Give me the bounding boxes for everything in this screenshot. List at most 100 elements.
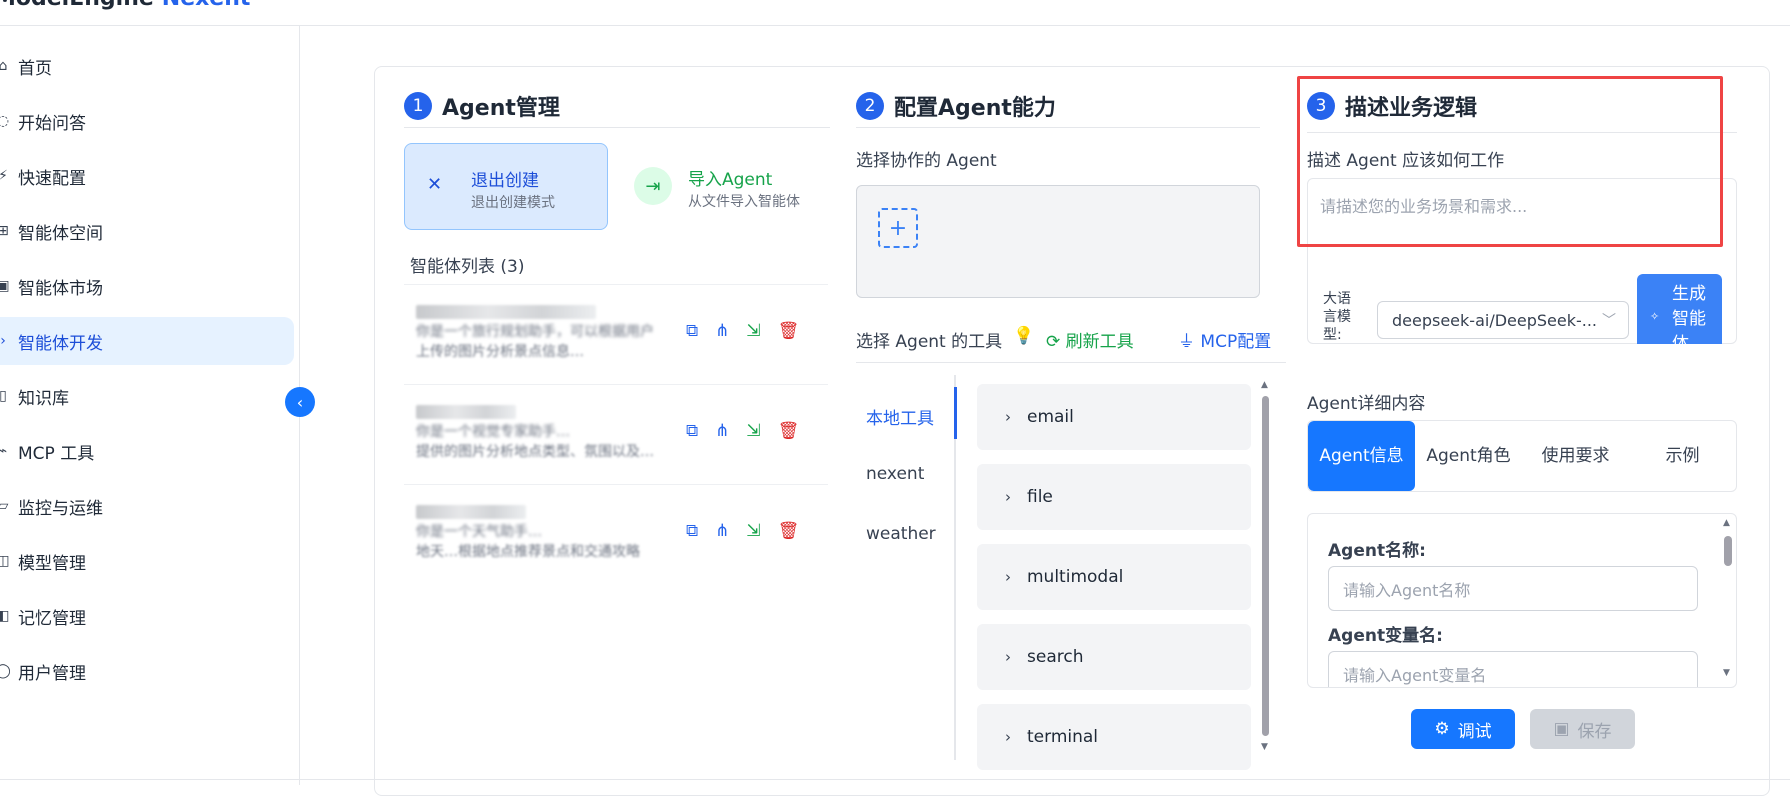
sidebar-item-3[interactable]: ⚡ 快速配置	[0, 152, 294, 200]
hierarchy-icon[interactable]: ⋔	[715, 521, 729, 541]
scroll-thumb[interactable]	[1724, 536, 1732, 566]
save-label: 保存	[1577, 721, 1612, 742]
tool-item-email[interactable]: › email	[977, 384, 1251, 450]
model-select[interactable]: deepseek-ai/DeepSeek-... ﹀	[1377, 301, 1629, 339]
sidebar-item-11[interactable]: ◧ 记忆管理	[0, 592, 294, 640]
hierarchy-icon[interactable]: ⋔	[715, 421, 729, 441]
sidebar-item-8[interactable]: ⌁ MCP 工具	[0, 427, 294, 475]
agent-detail-tabs: Agent信息 Agent角色 使用要求 示例	[1307, 420, 1737, 492]
scroll-thumb[interactable]	[1262, 396, 1269, 736]
sidebar-item-label: MCP 工具	[18, 443, 95, 464]
import-agent-subtitle: 从文件导入智能体	[688, 194, 800, 210]
form-scrollbar[interactable]: ▲ ▼	[1722, 518, 1734, 683]
sidebar-item-6[interactable]: › 智能体开发	[0, 317, 294, 365]
scroll-up-arrow[interactable]: ▲	[1261, 380, 1268, 390]
export-icon[interactable]: ⇲	[746, 321, 760, 341]
sidebar-item-12[interactable]: ◯ 用户管理	[0, 647, 294, 695]
step-2-title: 2 配置Agent能力	[856, 90, 1056, 122]
tool-item-terminal[interactable]: › terminal	[977, 704, 1251, 770]
sidebar-item-7[interactable]: ▯ 知识库	[0, 372, 294, 420]
agent-list-item[interactable]: 你是一个旅行规划助手，可以根据用户 上传的图片分析景点信息… ⧉ ⋔ ⇲ 🗑	[404, 284, 828, 384]
tool-item-multimodal[interactable]: › multimodal	[977, 544, 1251, 610]
agent-list-item[interactable]: 你是一个天气助手… 地天…根据地点推荐景点和交通攻略 ⧉ ⋔ ⇲ 🗑	[404, 484, 828, 584]
chevron-right-icon: ›	[1005, 408, 1011, 426]
generate-agent-label: 生成智能体	[1672, 284, 1706, 344]
highlight-box	[1297, 76, 1723, 247]
agent-var-input[interactable]: 请输入Agent变量名	[1328, 651, 1698, 687]
collapse-sidebar-button[interactable]: ‹	[285, 387, 315, 417]
sidebar-item-4[interactable]: ⊞ 智能体空间	[0, 207, 294, 255]
model-select-value: deepseek-ai/DeepSeek-...	[1392, 310, 1598, 330]
add-collab-agent-button[interactable]: +	[878, 208, 918, 248]
scroll-down-arrow[interactable]: ▼	[1261, 742, 1268, 752]
step-number: 1	[404, 92, 432, 120]
step-1-title: 1 Agent管理	[404, 90, 560, 122]
scroll-down-arrow[interactable]: ▼	[1723, 668, 1730, 678]
scroll-up-arrow[interactable]: ▲	[1723, 518, 1730, 528]
memory-icon: ◧	[0, 608, 10, 624]
generate-agent-button[interactable]: ✧ 生成智能体	[1637, 274, 1722, 344]
tool-name: search	[1027, 647, 1084, 667]
agent-description: 你是一个旅行规划助手，可以根据用户	[416, 324, 654, 340]
refresh-tools-button[interactable]: ⟳ 刷新工具	[1046, 327, 1134, 352]
logo-brand: Nexent	[162, 0, 251, 11]
chevron-right-icon: ›	[1005, 488, 1011, 506]
tool-tab-本地工具[interactable]: 本地工具	[866, 404, 934, 429]
import-agent-button[interactable]: ⇥ 导入Agent 从文件导入智能体	[630, 143, 830, 230]
monitor-icon: ▱	[0, 498, 9, 514]
sidebar-item-10[interactable]: ◫ 模型管理	[0, 537, 294, 585]
tool-name: multimodal	[1027, 567, 1124, 587]
debug-label: 调试	[1457, 721, 1492, 742]
save-icon: ▣	[1553, 719, 1570, 739]
export-icon[interactable]: ⇲	[746, 421, 760, 441]
detail-tab-4[interactable]: 示例	[1629, 421, 1736, 491]
tools-scrollbar[interactable]: ▲ ▼	[1260, 380, 1271, 755]
detail-tab-2[interactable]: Agent角色	[1415, 421, 1522, 491]
agent-var-label: Agent变量名:	[1328, 626, 1443, 646]
sidebar-item-5[interactable]: ▣ 智能体市场	[0, 262, 294, 310]
sidebar-item-2[interactable]: ◌ 开始问答	[0, 97, 294, 145]
detail-tab-1[interactable]: Agent信息	[1308, 421, 1415, 491]
step-number: 2	[856, 92, 884, 120]
agent-name-blurred	[416, 505, 526, 519]
trash-icon[interactable]: 🗑	[778, 321, 800, 341]
tool-name: file	[1027, 487, 1053, 507]
detail-tab-3[interactable]: 使用要求	[1522, 421, 1629, 491]
export-icon[interactable]: ⇲	[746, 521, 760, 541]
save-button[interactable]: ▣ 保存	[1530, 709, 1635, 749]
book-icon: ▯	[0, 388, 7, 404]
agent-description: 上传的图片分析景点信息…	[416, 344, 584, 360]
hierarchy-icon[interactable]: ⋔	[715, 321, 729, 341]
sidebar-item-label: 知识库	[18, 388, 69, 409]
agent-row-actions: ⧉ ⋔ ⇲ 🗑	[686, 321, 799, 341]
sidebar-item-label: 首页	[18, 58, 52, 79]
sidebar-item-label: 快速配置	[18, 168, 86, 189]
copy-icon[interactable]: ⧉	[686, 521, 698, 541]
tool-tab-weather[interactable]: weather	[866, 524, 936, 544]
section-title: 配置Agent能力	[894, 96, 1056, 121]
tool-item-file[interactable]: › file	[977, 464, 1251, 530]
exit-create-subtitle: 退出创建模式	[471, 195, 555, 211]
llm-label: 大语言模型:	[1323, 291, 1351, 343]
lightbulb-icon[interactable]: 💡	[1013, 326, 1034, 346]
app-logo[interactable]: ModelEngine Nexent	[0, 0, 250, 11]
shop-icon: ▣	[0, 278, 10, 294]
mcp-config-button[interactable]: ⏚ MCP配置	[1178, 327, 1271, 352]
agent-name-input[interactable]: 请输入Agent名称	[1328, 566, 1698, 611]
exit-create-button[interactable]: ✕ 退出创建 退出创建模式	[404, 143, 608, 230]
tool-item-search[interactable]: › search	[977, 624, 1251, 690]
copy-icon[interactable]: ⧉	[686, 421, 698, 441]
collab-agent-box: +	[856, 185, 1260, 298]
input-placeholder: 请输入Agent变量名	[1343, 665, 1487, 685]
trash-icon[interactable]: 🗑	[778, 421, 800, 441]
sidebar-item-1[interactable]: ⌂ 首页	[0, 42, 294, 90]
sidebar-item-label: 记忆管理	[18, 608, 86, 629]
logo-text: ModelEngine	[0, 0, 154, 11]
agent-list-item[interactable]: 你是一个视觉专家助手… 提供的图片分析地点类型、氛围以及… ⧉ ⋔ ⇲ 🗑	[404, 384, 828, 484]
tool-tab-nexent[interactable]: nexent	[866, 464, 924, 484]
sidebar-item-9[interactable]: ▱ 监控与运维	[0, 482, 294, 530]
copy-icon[interactable]: ⧉	[686, 321, 698, 341]
lightning-icon: ⚡	[0, 168, 8, 184]
debug-button[interactable]: ⚙ 调试	[1411, 709, 1515, 749]
trash-icon[interactable]: 🗑	[778, 521, 800, 541]
